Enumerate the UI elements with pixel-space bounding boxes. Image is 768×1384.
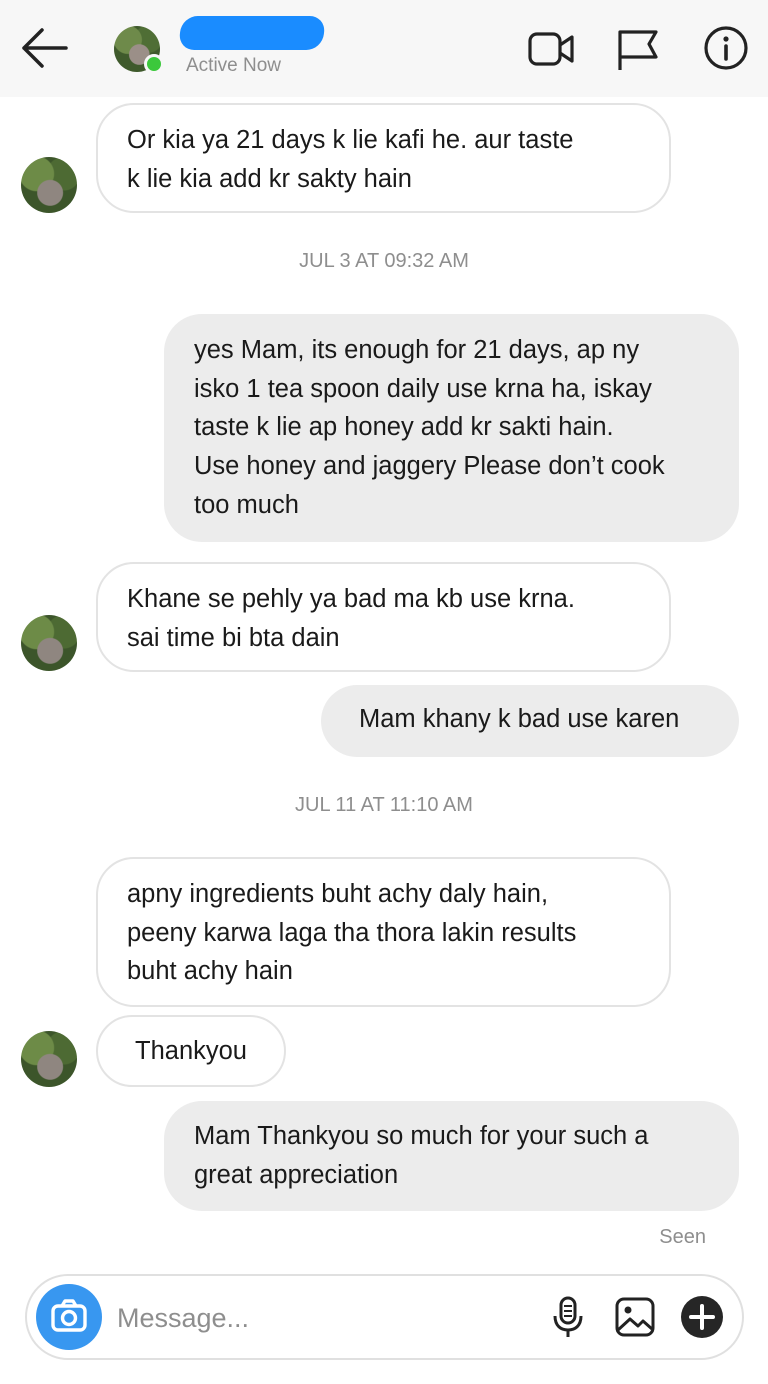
incoming-message[interactable]: Or kia ya 21 days k lie kafi he. aur tas…	[96, 103, 671, 213]
message-text: apny ingredients buht achy daly hain, pe…	[127, 880, 577, 986]
incoming-message[interactable]: apny ingredients buht achy daly hain, pe…	[96, 857, 671, 1007]
incoming-message[interactable]: Thankyou	[96, 1015, 286, 1087]
message-text: yes Mam, its enough for 21 days, ap ny i…	[194, 336, 665, 519]
outgoing-message[interactable]: yes Mam, its enough for 21 days, ap ny i…	[164, 314, 739, 542]
message-text: Khane se pehly ya bad ma kb use krna. sa…	[127, 585, 575, 652]
gallery-icon[interactable]	[612, 1294, 658, 1340]
info-icon[interactable]	[702, 24, 752, 74]
incoming-message[interactable]: Khane se pehly ya bad ma kb use krna. sa…	[96, 562, 671, 672]
timestamp: JUL 3 AT 09:32 AM	[299, 250, 469, 272]
contact-avatar[interactable]	[114, 26, 164, 74]
microphone-icon[interactable]	[545, 1294, 591, 1340]
flag-icon[interactable]	[612, 24, 662, 74]
more-options-button[interactable]	[681, 1296, 723, 1338]
outgoing-message[interactable]: Mam khany k bad use karen	[321, 685, 739, 757]
message-composer	[25, 1274, 744, 1360]
sender-avatar[interactable]	[21, 157, 77, 213]
message-text: Or kia ya 21 days k lie kafi he. aur tas…	[127, 126, 574, 193]
camera-icon	[51, 1299, 87, 1332]
chat-header: Active Now	[0, 0, 768, 97]
sender-avatar[interactable]	[21, 1031, 77, 1087]
outgoing-message[interactable]: Mam Thankyou so much for your such a gre…	[164, 1101, 739, 1211]
redacted-contact-name[interactable]	[178, 16, 326, 50]
message-text: Thankyou	[135, 1037, 247, 1065]
plus-icon	[689, 1304, 715, 1330]
seen-indicator: Seen	[659, 1226, 706, 1248]
camera-button[interactable]	[36, 1284, 102, 1350]
sender-avatar[interactable]	[21, 615, 77, 671]
online-status-dot	[144, 54, 164, 74]
timestamp: JUL 11 AT 11:10 AM	[295, 794, 473, 816]
message-text: Mam khany k bad use karen	[359, 705, 680, 733]
message-text: Mam Thankyou so much for your such a gre…	[194, 1122, 649, 1189]
message-input[interactable]	[117, 1296, 517, 1340]
active-status-text: Active Now	[186, 55, 282, 76]
back-arrow-icon[interactable]	[18, 26, 70, 70]
video-call-icon[interactable]	[526, 24, 576, 74]
